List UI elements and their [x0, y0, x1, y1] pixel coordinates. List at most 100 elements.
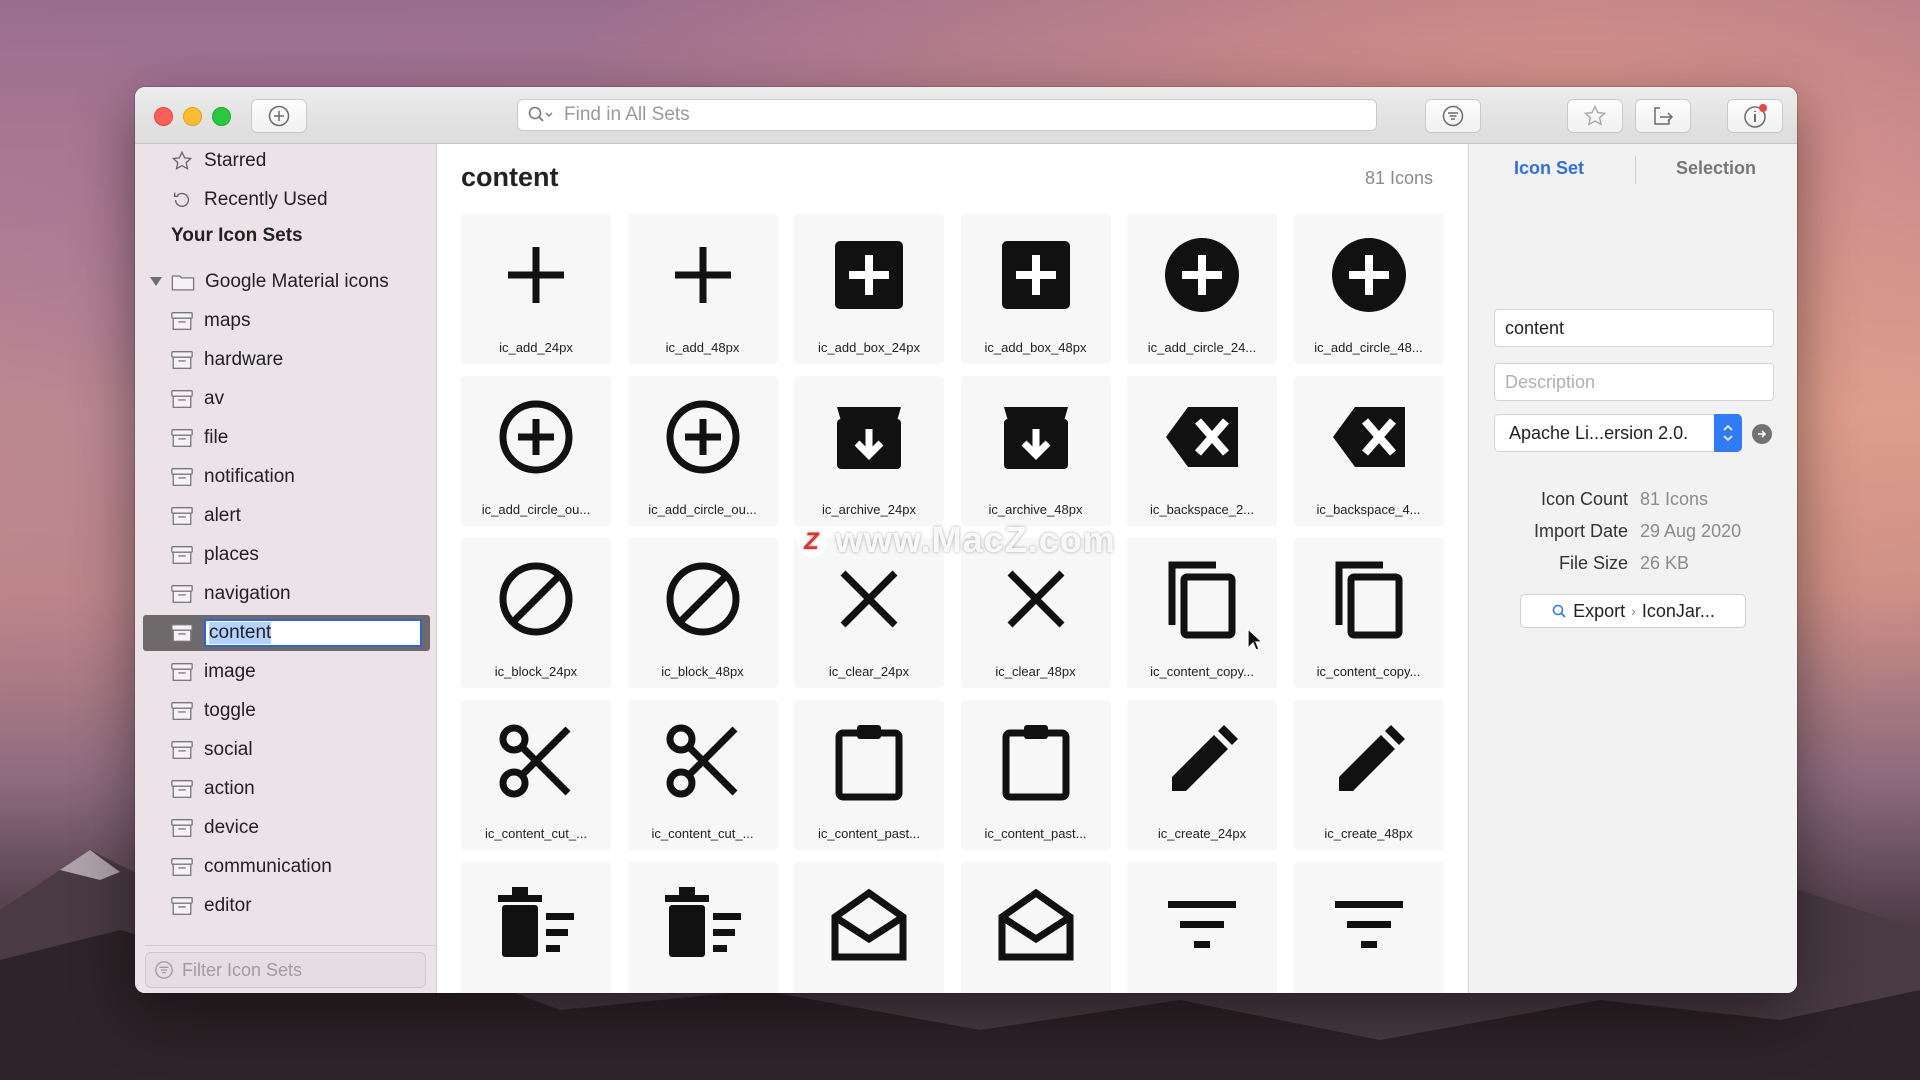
- icon-cell[interactable]: [627, 862, 778, 993]
- share-button[interactable]: [1635, 99, 1691, 133]
- tab-icon-set[interactable]: Icon Set: [1514, 158, 1584, 179]
- icon-label: ic_content_past...: [984, 826, 1087, 841]
- archive-box-icon: [170, 544, 194, 566]
- sidebar-item-label: social: [204, 739, 253, 760]
- sidebar-item-toggle[interactable]: toggle: [135, 696, 436, 726]
- history-icon: [170, 189, 194, 211]
- sidebar-item-action[interactable]: action: [135, 774, 436, 804]
- icon-cell[interactable]: ic_block_48px: [627, 538, 778, 688]
- filter-area: Filter Icon Sets: [145, 945, 436, 988]
- icon-cell[interactable]: ic_backspace_2...: [1127, 376, 1277, 526]
- page-title: content: [461, 162, 559, 192]
- icon-cell[interactable]: ic_create_24px: [1127, 700, 1277, 850]
- watermark: Zwww.MacZ.com: [797, 519, 1116, 561]
- sidebar-item-maps[interactable]: maps: [135, 306, 436, 336]
- sidebar-item-av[interactable]: av: [135, 384, 436, 414]
- sidebar-item-places[interactable]: places: [135, 540, 436, 570]
- watermark-logo-icon: Z: [797, 527, 827, 558]
- add-icon: [674, 247, 731, 303]
- icon-label: ic_clear_48px: [995, 664, 1076, 679]
- sidebar-item-notification[interactable]: notification: [135, 462, 436, 492]
- sidebar-item-editor[interactable]: editor: [135, 891, 436, 921]
- icon-cell[interactable]: ic_block_24px: [461, 538, 611, 688]
- search-input[interactable]: [562, 103, 1346, 127]
- icon-cell[interactable]: ic_create_48px: [1293, 700, 1444, 850]
- icon-cell[interactable]: ic_add_circle_ou...: [461, 376, 611, 526]
- sidebar-item-file[interactable]: file: [135, 423, 436, 453]
- icon-cell[interactable]: ic_content_past...: [794, 700, 944, 850]
- search-field[interactable]: [517, 99, 1377, 131]
- export-button[interactable]: Export › IconJar...: [1520, 594, 1746, 628]
- sidebar-item-navigation[interactable]: navigation: [135, 579, 436, 609]
- icon-label: ic_add_circle_24...: [1147, 340, 1257, 355]
- icon-cell[interactable]: ic_add_circle_24...: [1127, 214, 1277, 364]
- icon-cell[interactable]: ic_archive_24px: [794, 376, 944, 526]
- icon-cell[interactable]: ic_add_circle_48...: [1293, 214, 1444, 364]
- filter-placeholder: Filter Icon Sets: [182, 959, 303, 980]
- icon-cell[interactable]: [794, 862, 944, 993]
- sidebar-item-content[interactable]: content: [143, 615, 430, 651]
- icon-cell[interactable]: ic_add_box_24px: [794, 214, 944, 364]
- icon-cell[interactable]: ic_content_copy...: [1293, 538, 1444, 688]
- drafts-icon: [998, 888, 1073, 961]
- sidebar-group-google-material[interactable]: Google Material icons: [135, 267, 436, 297]
- icon-cell[interactable]: [960, 862, 1111, 993]
- icon-count: 81 Icons: [1364, 168, 1433, 188]
- icon-label: ic_content_past...: [818, 826, 920, 841]
- close-window-button[interactable]: [154, 107, 173, 126]
- icon-cell[interactable]: ic_content_copy...: [1127, 538, 1277, 688]
- icon-cell[interactable]: ic_add_circle_ou...: [627, 376, 778, 526]
- sidebar-item-recently-used[interactable]: Recently Used: [135, 185, 436, 215]
- archive-icon: [1003, 407, 1068, 469]
- icon-grid-panel: content 81 Icons ic_add_24px ic_add_48px i…: [437, 144, 1467, 993]
- icon-cell[interactable]: ic_add_24px: [461, 214, 611, 364]
- icon-label: ic_content_cut_...: [651, 826, 754, 841]
- icon-cell[interactable]: ic_content_cut_...: [461, 700, 611, 850]
- sidebar-item-starred[interactable]: Starred: [135, 146, 436, 176]
- icon-cell[interactable]: ic_add_48px: [627, 214, 778, 364]
- icon-set-name-field[interactable]: [1494, 309, 1774, 347]
- drafts-icon: [831, 888, 907, 961]
- info-button[interactable]: [1727, 99, 1783, 133]
- sidebar-item-social[interactable]: social: [135, 735, 436, 765]
- archive-box-icon: [170, 739, 194, 761]
- archive-box-icon: [170, 700, 194, 722]
- icon-cell[interactable]: [461, 862, 611, 993]
- description-field[interactable]: [1494, 363, 1774, 401]
- filter-icon-sets-field[interactable]: Filter Icon Sets: [145, 952, 426, 988]
- license-select[interactable]: Apache Li...ersion 2.0.: [1494, 414, 1742, 452]
- add-circle-icon: [1331, 238, 1406, 312]
- cut-icon: [666, 724, 737, 798]
- zoom-window-button[interactable]: [212, 107, 231, 126]
- filter-list-icon: [1334, 901, 1403, 948]
- add-icon: [508, 247, 564, 303]
- sidebar-item-hardware[interactable]: hardware: [135, 345, 436, 375]
- backspace-icon: [1332, 407, 1405, 467]
- sidebar-item-image[interactable]: image: [135, 657, 436, 687]
- add-button[interactable]: [251, 99, 307, 133]
- rename-field[interactable]: content: [204, 619, 422, 647]
- sidebar-item-device[interactable]: device: [135, 813, 436, 843]
- icon-cell[interactable]: ic_content_past...: [960, 700, 1111, 850]
- disclosure-triangle-icon[interactable]: [149, 271, 163, 293]
- minimize-window-button[interactable]: [183, 107, 202, 126]
- icon-cell[interactable]: [1127, 862, 1277, 993]
- icon-label: ic_content_copy...: [1150, 664, 1254, 679]
- icon-cell[interactable]: ic_content_cut_...: [627, 700, 778, 850]
- license-link-arrow-icon[interactable]: [1752, 424, 1772, 444]
- metadata-value: 26 KB: [1640, 553, 1690, 573]
- sidebar-item-label: Recently Used: [204, 189, 328, 210]
- tab-selection[interactable]: Selection: [1676, 158, 1756, 179]
- add-box-icon: [835, 241, 903, 309]
- clear-icon: [840, 570, 898, 628]
- icon-cell[interactable]: ic_add_box_48px: [960, 214, 1111, 364]
- icon-cell[interactable]: ic_archive_48px: [960, 376, 1111, 526]
- sidebar-item-alert[interactable]: alert: [135, 501, 436, 531]
- icon-cell[interactable]: [1293, 862, 1444, 993]
- sidebar-item-communication[interactable]: communication: [135, 852, 436, 882]
- star-button[interactable]: [1567, 99, 1623, 133]
- icon-cell[interactable]: ic_backspace_4...: [1293, 376, 1444, 526]
- filter-button[interactable]: [1425, 99, 1481, 133]
- select-arrows-icon: [1714, 414, 1742, 452]
- metadata-key: Import Date: [1533, 521, 1628, 541]
